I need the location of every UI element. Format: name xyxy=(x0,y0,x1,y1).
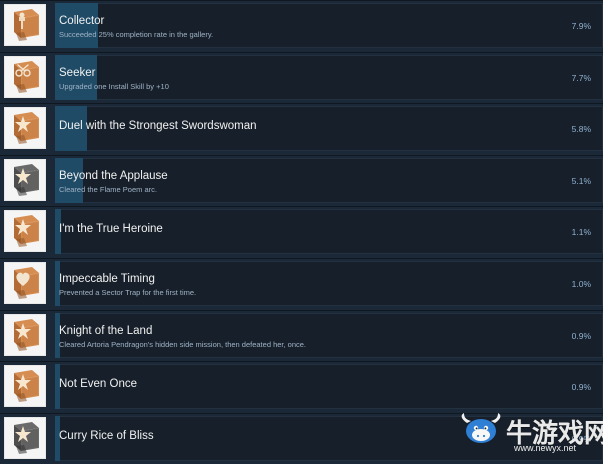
achievement-row[interactable]: Not Even Once 0.9% xyxy=(0,361,603,413)
grey-box-star-icon xyxy=(4,158,46,201)
unlock-percentage: 7.7% xyxy=(571,72,591,83)
achievement-row[interactable]: I'm the True Heroine 1.1% xyxy=(0,206,603,258)
bronze-box-star-icon xyxy=(4,210,46,253)
bronze-box-scissors-icon xyxy=(4,55,46,98)
grey-box-star-icon xyxy=(4,416,46,459)
achievement-panel: Impeccable Timing Prevented a Sector Trap… xyxy=(55,260,603,306)
achievement-row[interactable]: Beyond the Applause Cleared the Flame Poe… xyxy=(0,154,603,207)
bronze-box-heart-icon xyxy=(4,261,46,304)
achievement-list: Collector Succeeded 25% completion rate i… xyxy=(0,0,603,464)
achievement-panel: Collector Succeeded 25% completion rate i… xyxy=(55,3,603,48)
unlock-percentage: 0.9% xyxy=(571,433,591,444)
achievement-row[interactable]: Knight of the Land Cleared Artoria Pendra… xyxy=(0,309,603,362)
achievement-title: Duel with the Strongest Swordswoman xyxy=(59,120,257,133)
bronze-box-star-icon xyxy=(4,313,46,356)
unlock-percentage: 1.0% xyxy=(571,278,591,289)
achievement-row[interactable]: Collector Succeeded 25% completion rate i… xyxy=(0,0,603,52)
unlock-percentage: 0.9% xyxy=(571,382,591,393)
achievement-description: Succeeded 25% completion rate in the gal… xyxy=(59,30,214,39)
achievement-panel: Beyond the Applause Cleared the Flame Poe… xyxy=(55,157,603,203)
unlock-percentage: 1.1% xyxy=(571,227,591,238)
achievement-panel: Not Even Once 0.9% xyxy=(55,364,603,410)
achievement-panel: Duel with the Strongest Swordswoman 5.8% xyxy=(55,106,603,152)
achievement-title: Impeccable Timing xyxy=(59,272,155,285)
achievement-description: Prevented a Sector Trap for the first ti… xyxy=(59,287,197,297)
achievement-title: Seeker xyxy=(59,66,96,79)
achievement-title: Knight of the Land xyxy=(59,324,153,337)
achievement-row[interactable]: Duel with the Strongest Swordswoman 5.8% xyxy=(0,103,603,155)
achievement-row[interactable]: Impeccable Timing Prevented a Sector Trap… xyxy=(0,257,603,310)
unlock-percentage: 0.9% xyxy=(571,330,591,341)
achievement-title: Collector xyxy=(59,15,105,27)
achievement-row[interactable]: Curry Rice of Bliss 0.9% xyxy=(0,412,603,464)
unlock-percentage: 5.1% xyxy=(571,175,591,186)
achievement-row[interactable]: Seeker Upgraded one Install Skill by +10 7… xyxy=(0,51,603,104)
achievement-panel: Curry Rice of Bliss 0.9% xyxy=(55,415,603,461)
achievement-panel: Seeker Upgraded one Install Skill by +10 7… xyxy=(55,54,603,100)
unlock-percentage: 5.8% xyxy=(571,124,591,135)
achievement-panel: I'm the True Heroine 1.1% xyxy=(55,209,603,255)
achievement-description: Cleared the Flame Poem arc. xyxy=(59,184,157,194)
achievement-description: Upgraded one Install Skill by +10 xyxy=(59,81,169,91)
achievement-panel: Knight of the Land Cleared Artoria Pendra… xyxy=(55,312,603,358)
achievement-title: I'm the True Heroine xyxy=(59,223,163,236)
achievement-description: Cleared Artoria Pendragon's hidden side … xyxy=(59,339,307,349)
achievement-title: Not Even Once xyxy=(59,378,137,391)
achievement-title: Beyond the Applause xyxy=(59,169,168,182)
unlock-percentage: 7.9% xyxy=(571,21,591,31)
bronze-box-star-icon xyxy=(4,365,46,408)
bronze-box-key-icon xyxy=(4,4,46,46)
achievement-title: Curry Rice of Bliss xyxy=(59,429,154,442)
bronze-box-star-icon xyxy=(4,107,46,150)
